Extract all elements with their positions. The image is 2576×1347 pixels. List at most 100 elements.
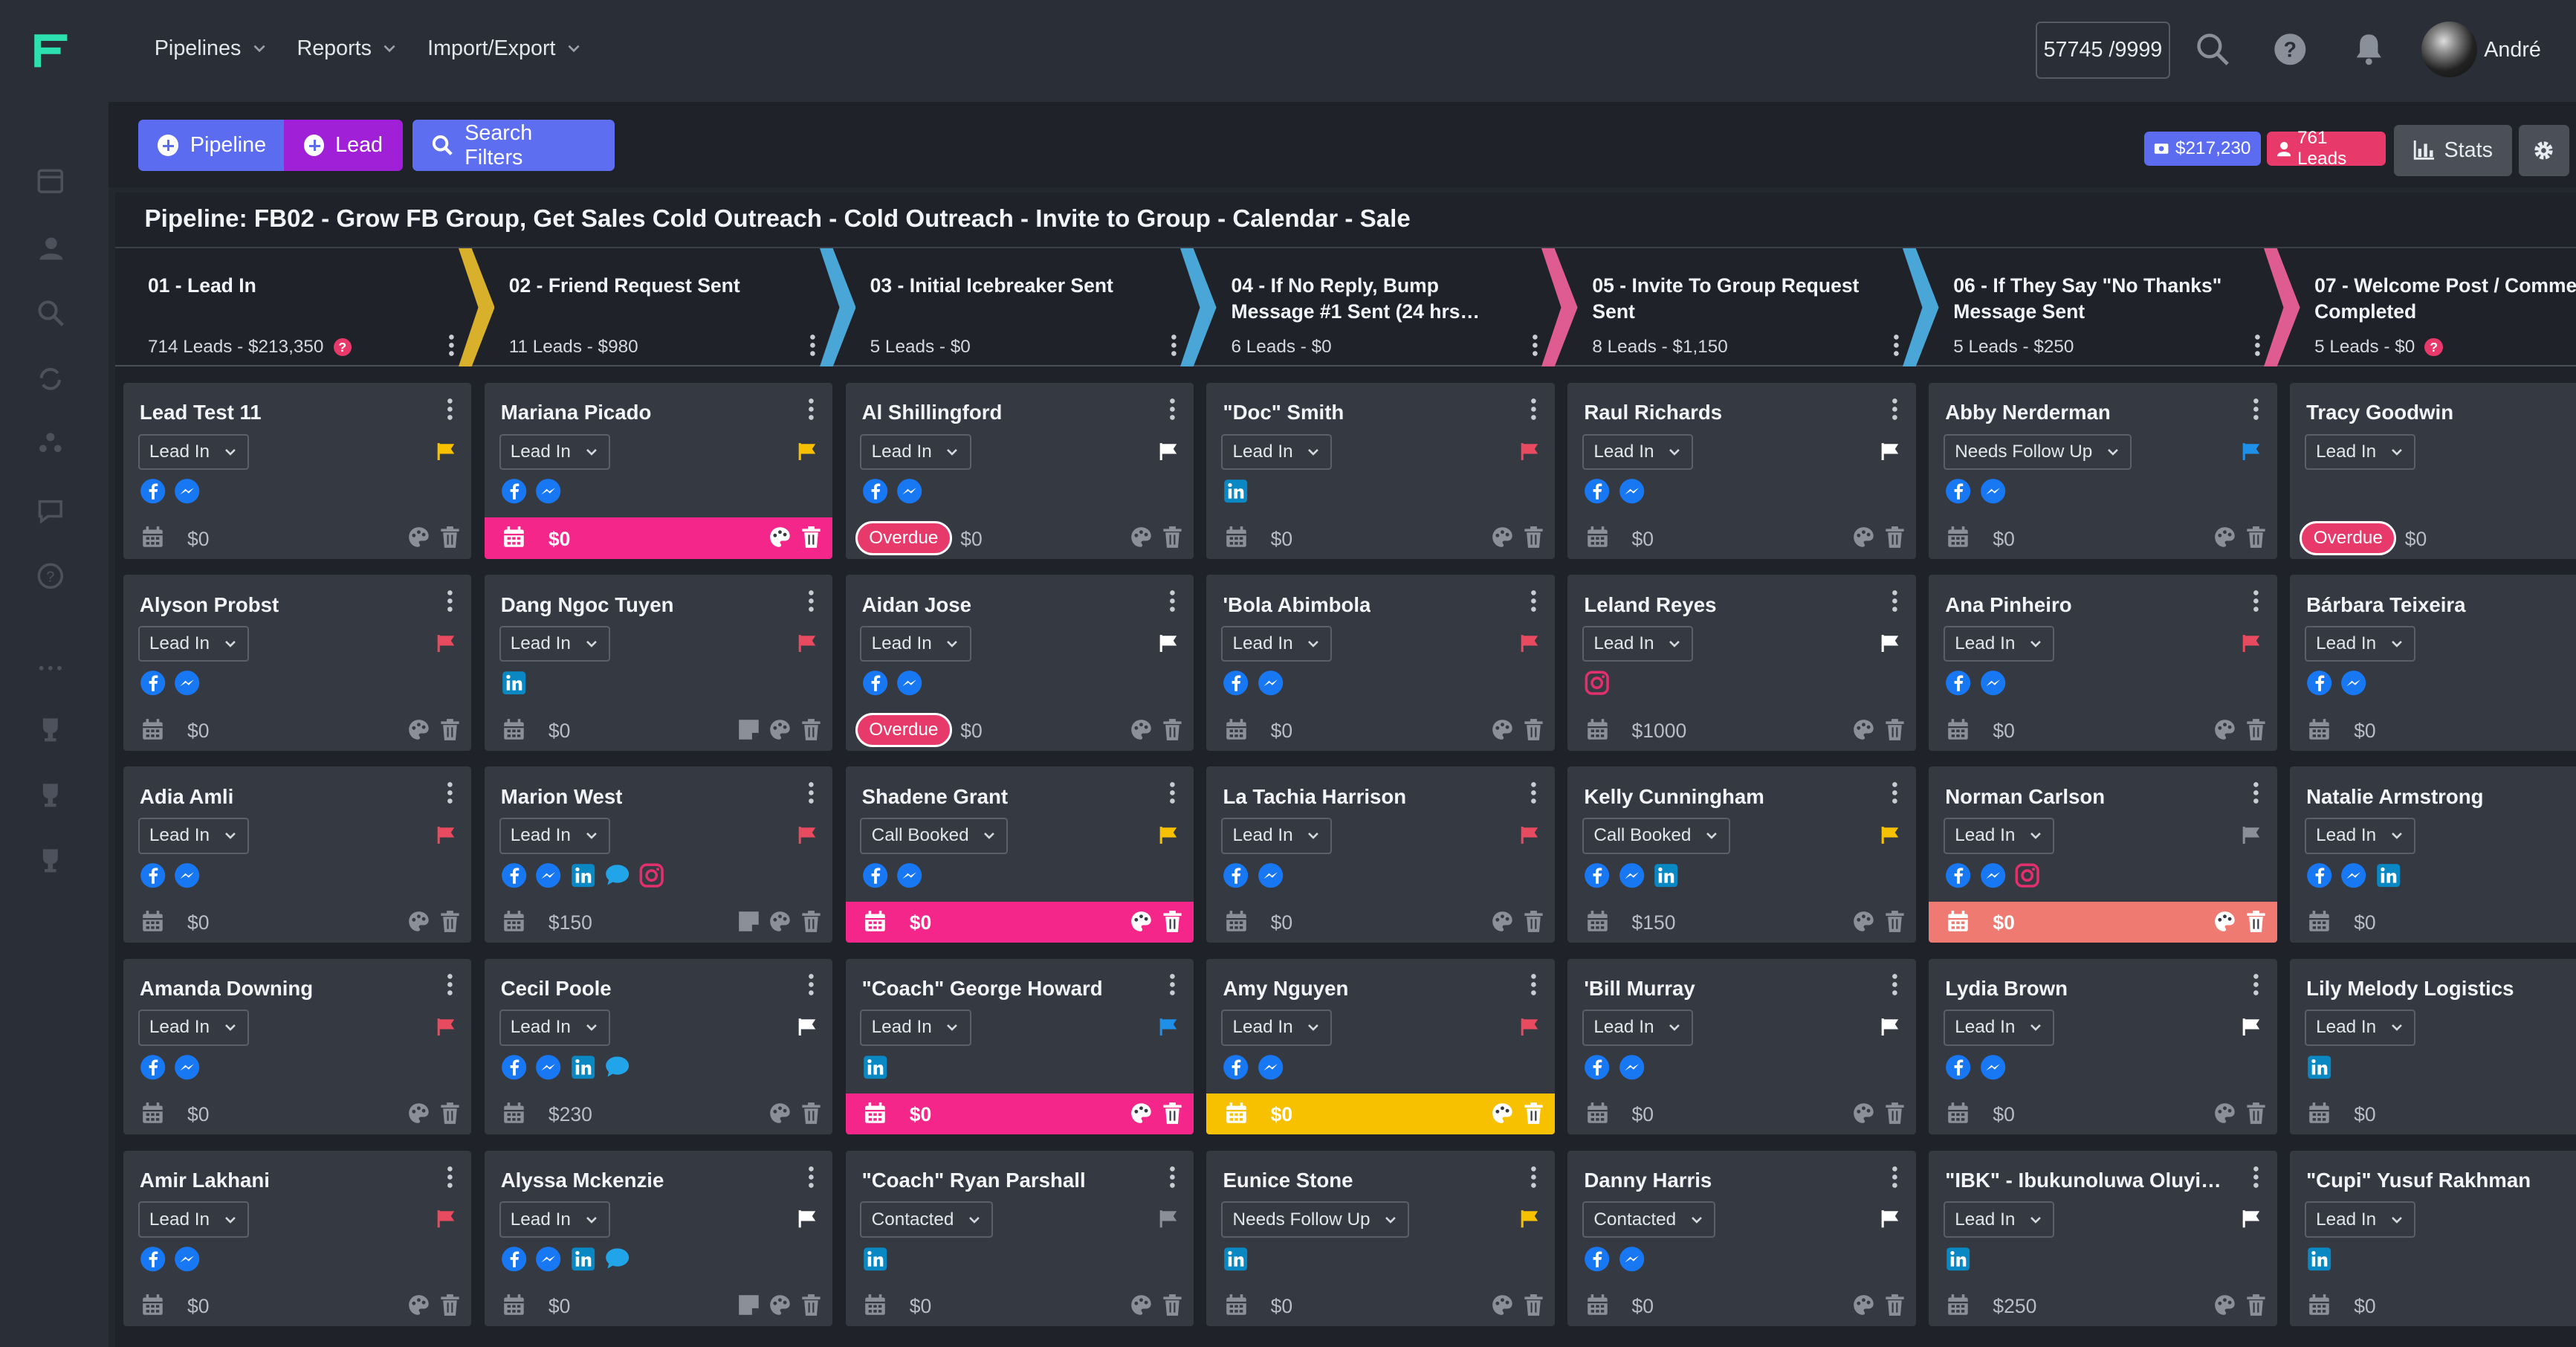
chat-icon[interactable] — [604, 1246, 630, 1272]
chat-icon[interactable] — [604, 862, 630, 888]
flag-icon[interactable] — [798, 634, 816, 653]
facebook-icon[interactable] — [1945, 670, 1971, 696]
palette-icon[interactable] — [768, 910, 792, 933]
lead-name[interactable]: Al Shillingford — [862, 401, 1003, 424]
facebook-icon[interactable] — [862, 862, 888, 888]
status-dropdown[interactable]: Lead In — [137, 1201, 249, 1238]
calendar-icon[interactable] — [1946, 1102, 1970, 1125]
linkedin-icon[interactable] — [862, 1054, 888, 1080]
palette-icon[interactable] — [2213, 1293, 2236, 1317]
add-lead-button[interactable]: Lead — [284, 120, 403, 171]
more-vertical-icon[interactable] — [1169, 589, 1176, 613]
status-dropdown[interactable]: Lead In — [2304, 817, 2416, 854]
lead-card[interactable]: Adia Amli Lead In $0 — [123, 766, 472, 943]
lead-card[interactable]: Raul Richards Lead In $0 — [1567, 383, 1916, 559]
trash-icon[interactable] — [1883, 1293, 1906, 1317]
messenger-icon[interactable] — [1258, 862, 1284, 888]
trophy-icon[interactable] — [36, 846, 65, 874]
trash-icon[interactable] — [438, 910, 462, 933]
flag-icon[interactable] — [1521, 1018, 1538, 1036]
messenger-icon[interactable] — [174, 670, 200, 696]
flag-icon[interactable] — [2242, 442, 2260, 460]
trash-icon[interactable] — [1883, 910, 1906, 933]
calendar-icon[interactable] — [1946, 1293, 1970, 1317]
status-dropdown[interactable]: Needs Follow Up — [1944, 433, 2132, 471]
palette-icon[interactable] — [1130, 910, 1153, 933]
messenger-icon[interactable] — [1258, 1054, 1284, 1080]
palette-icon[interactable] — [1491, 718, 1514, 741]
nav-pipelines[interactable]: Pipelines — [155, 36, 268, 61]
calendar-icon[interactable] — [141, 910, 164, 933]
lead-name[interactable]: 'Bill Murray — [1584, 977, 1695, 1001]
more-vertical-icon[interactable] — [1530, 973, 1537, 996]
lead-name[interactable]: Tracy Goodwin — [2306, 401, 2453, 424]
calendar-icon[interactable] — [1225, 1293, 1248, 1317]
messenger-icon[interactable] — [1980, 1054, 2006, 1080]
linkedin-icon[interactable] — [2306, 1054, 2332, 1080]
palette-icon[interactable] — [768, 1293, 792, 1317]
messenger-icon[interactable] — [896, 478, 922, 504]
more-vertical-icon[interactable] — [1891, 589, 1898, 613]
lead-name[interactable]: "Coach" Ryan Parshall — [862, 1169, 1086, 1192]
status-dropdown[interactable]: Needs Follow Up — [1221, 1201, 1410, 1238]
status-dropdown[interactable]: Lead In — [1582, 1010, 1694, 1046]
more-vertical-icon[interactable] — [808, 589, 815, 613]
lead-card[interactable]: Abby Nerderman Needs Follow Up $0 — [1929, 383, 2277, 559]
messenger-icon[interactable] — [535, 1054, 561, 1080]
flag-icon[interactable] — [1159, 1018, 1177, 1036]
trash-icon[interactable] — [800, 910, 823, 933]
search-filters-button[interactable]: Search Filters — [412, 120, 615, 171]
trash-icon[interactable] — [1883, 1102, 1906, 1125]
calendar-icon[interactable] — [1586, 526, 1609, 549]
help-icon[interactable]: ? — [2272, 31, 2308, 68]
trash-icon[interactable] — [1161, 910, 1184, 933]
lead-card[interactable]: "Coach" Ryan Parshall Contacted $0 — [845, 1150, 1194, 1327]
pipeline-button[interactable]: Pipeline — [137, 120, 286, 171]
facebook-icon[interactable] — [1584, 1246, 1610, 1272]
lead-card[interactable]: "Doc" Smith Lead In $0 — [1206, 383, 1556, 559]
note-icon[interactable] — [737, 910, 760, 933]
lead-card[interactable]: Lily Melody Logistics Lead In $0 — [2289, 958, 2576, 1135]
lead-card[interactable]: 'Bill Murray Lead In $0 — [1567, 958, 1916, 1135]
trash-icon[interactable] — [1522, 1102, 1545, 1125]
more-vertical-icon[interactable] — [1891, 973, 1898, 996]
messenger-icon[interactable] — [535, 862, 561, 888]
messenger-icon[interactable] — [535, 478, 561, 504]
palette-icon[interactable] — [407, 1293, 430, 1317]
status-dropdown[interactable]: Lead In — [137, 1010, 249, 1046]
more-vertical-icon[interactable] — [2253, 973, 2259, 996]
messenger-icon[interactable] — [2340, 670, 2366, 696]
facebook-icon[interactable] — [140, 1054, 166, 1080]
messenger-icon[interactable] — [1258, 670, 1284, 696]
stage-header[interactable]: 01 - Lead In 714 Leads - $213,350? — [115, 248, 476, 366]
facebook-icon[interactable] — [1223, 1054, 1249, 1080]
flag-icon[interactable] — [2242, 826, 2260, 844]
calendar-icon[interactable] — [1225, 526, 1248, 549]
linkedin-icon[interactable] — [862, 1246, 888, 1272]
status-dropdown[interactable]: Lead In — [860, 625, 971, 662]
trash-icon[interactable] — [1522, 526, 1545, 549]
status-dropdown[interactable]: Lead In — [1221, 625, 1333, 662]
lead-name[interactable]: Aidan Jose — [862, 593, 971, 617]
linkedin-icon[interactable] — [501, 670, 527, 696]
facebook-icon[interactable] — [501, 862, 527, 888]
lead-name[interactable]: Amanda Downing — [140, 977, 313, 1001]
lead-name[interactable]: Eunice Stone — [1223, 1169, 1353, 1192]
facebook-icon[interactable] — [1223, 862, 1249, 888]
lead-card[interactable]: Alyson Probst Lead In $0 — [123, 575, 472, 751]
lead-name[interactable]: Lead Test 11 — [140, 401, 262, 424]
trash-icon[interactable] — [2245, 1102, 2268, 1125]
palette-icon[interactable] — [1130, 1293, 1153, 1317]
stage-header[interactable]: 07 - Welcome Post / Comment Completed 5 L… — [2282, 248, 2576, 366]
linkedin-icon[interactable] — [1653, 862, 1679, 888]
status-dropdown[interactable]: Lead In — [2304, 433, 2416, 471]
stage-header[interactable]: 03 - Initial Icebreaker Sent 5 Leads - $0 — [837, 248, 1198, 366]
lead-name[interactable]: "Cupi" Yusuf Rakhman — [2306, 1169, 2531, 1192]
calendar-icon[interactable] — [1586, 1293, 1609, 1317]
trash-icon[interactable] — [1522, 718, 1545, 741]
trophy-icon[interactable] — [36, 715, 65, 743]
calendar-icon[interactable] — [2308, 718, 2331, 741]
lead-name[interactable]: Kelly Cunningham — [1584, 785, 1764, 809]
lead-name[interactable]: Adia Amli — [140, 785, 233, 809]
messenger-icon[interactable] — [1619, 478, 1645, 504]
